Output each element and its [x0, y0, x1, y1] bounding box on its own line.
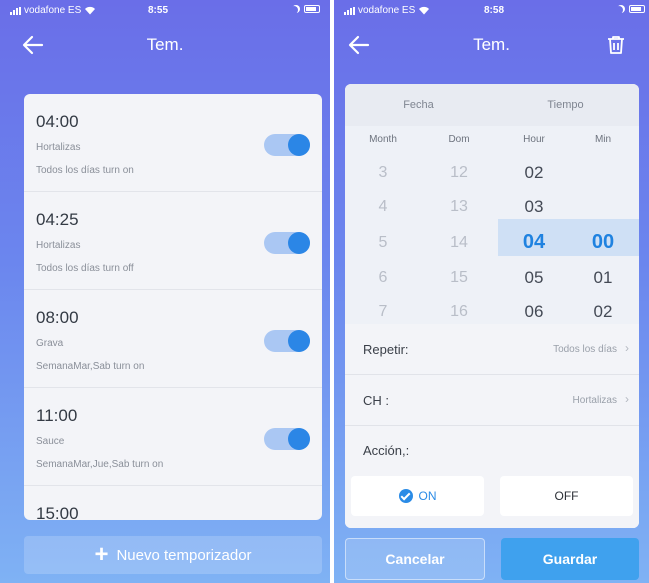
repeat-row[interactable]: Repetir: Todos los días › [345, 324, 639, 375]
action-label: Acción,: [363, 443, 410, 458]
battery-icon [629, 5, 645, 13]
timer-time: 11:00 [36, 406, 78, 425]
toggle-knob [288, 134, 310, 156]
add-timer-button[interactable]: + Nuevo temporizador [24, 536, 322, 574]
timer-time: 04:25 [36, 210, 79, 229]
action-row: Acción,: [345, 426, 639, 474]
action-off-label: OFF [554, 489, 579, 503]
toggle-knob [288, 330, 310, 352]
timer-item[interactable]: 08:00 Grava SemanaMar,Sab turn on [24, 290, 322, 388]
picker-cell[interactable]: 12 [423, 156, 495, 190]
moon-icon [615, 6, 623, 14]
timer-repeat: SemanaMar,Jue,Sab turn on [36, 459, 164, 470]
battery-group [617, 5, 645, 13]
carrier-name: vodafone ES [358, 5, 416, 16]
toggle-knob [288, 232, 310, 254]
chevron-right-icon: › [625, 341, 629, 355]
wifi-icon [85, 6, 96, 15]
picker-cell[interactable]: 5 [347, 224, 419, 261]
picker-cell[interactable] [567, 156, 639, 190]
footer-buttons: Cancelar Guardar [345, 538, 639, 580]
picker-cell[interactable]: 05 [498, 261, 570, 295]
channel-label: CH : [363, 393, 389, 408]
picker-cell[interactable] [567, 190, 639, 224]
timer-item[interactable]: 04:00 Hortalizas Todos los días turn on [24, 94, 322, 192]
signal-icon [10, 6, 21, 15]
timer-toggle[interactable] [264, 232, 310, 254]
check-circle-icon [398, 489, 413, 503]
action-on-button[interactable]: ON [351, 476, 484, 516]
picker-cell[interactable]: 14 [423, 224, 495, 261]
date-time-picker[interactable]: Month 3 4 5 6 7 Dom 12 13 14 15 16 Hour … [345, 126, 639, 324]
timer-repeat: Todos los días turn on [36, 165, 134, 176]
battery-group [292, 5, 320, 13]
hour-column[interactable]: Hour 02 03 04 05 06 [498, 126, 570, 324]
timer-item[interactable]: 11:00 Sauce SemanaMar,Jue,Sab turn on [24, 388, 322, 486]
timer-edit-screen: vodafone ES 8:58 Tem. Fecha Tiempo Month… [334, 0, 649, 583]
chevron-right-icon: › [625, 392, 629, 406]
timer-toggle[interactable] [264, 134, 310, 156]
repeat-value: Todos los días [553, 344, 617, 355]
save-button[interactable]: Guardar [501, 538, 639, 580]
battery-icon [304, 5, 320, 13]
picker-tabs: Fecha Tiempo [345, 84, 639, 126]
timer-time: 15:00 [36, 504, 79, 520]
timer-list-screen: vodafone ES 8:55 Tem. 04:00 Hortalizas T… [0, 0, 330, 583]
month-column[interactable]: Month 3 4 5 6 7 [347, 126, 419, 324]
picker-cell-selected[interactable]: 04 [498, 224, 570, 261]
timer-time: 04:00 [36, 112, 79, 131]
wifi-icon [419, 6, 430, 15]
add-timer-label: Nuevo temporizador [116, 546, 252, 564]
signal-icon [344, 6, 355, 15]
column-header: Hour [523, 134, 545, 145]
minute-column[interactable]: Min 00 01 02 [567, 126, 639, 324]
action-off-button[interactable]: OFF [500, 476, 633, 516]
column-header: Month [369, 134, 397, 145]
plus-icon: + [94, 541, 109, 568]
nav-bar: Tem. [334, 22, 649, 70]
repeat-label: Repetir: [363, 342, 409, 357]
channel-value: Hortalizas [572, 395, 617, 406]
picker-cell[interactable]: 15 [423, 261, 495, 295]
picker-cell[interactable]: 6 [347, 261, 419, 295]
timer-list[interactable]: 04:00 Hortalizas Todos los días turn on … [24, 94, 322, 520]
timer-edit-panel: Fecha Tiempo Month 3 4 5 6 7 Dom 12 13 1… [345, 84, 639, 528]
trash-icon[interactable] [605, 34, 627, 56]
timer-time: 08:00 [36, 308, 79, 327]
cancel-button[interactable]: Cancelar [345, 538, 485, 580]
carrier-name: vodafone ES [24, 5, 82, 16]
clock: 8:58 [484, 5, 505, 16]
picker-cell[interactable]: 3 [347, 156, 419, 190]
tab-time[interactable]: Tiempo [492, 84, 639, 126]
column-header: Min [594, 134, 612, 145]
channel-row[interactable]: CH : Hortalizas › [345, 375, 639, 426]
status-bar: vodafone ES 8:58 [334, 0, 649, 22]
page-title: Tem. [473, 35, 510, 54]
page-title: Tem. [146, 35, 184, 54]
carrier-info: vodafone ES [344, 5, 430, 16]
day-column[interactable]: Dom 12 13 14 15 16 [423, 126, 495, 324]
toggle-knob [288, 428, 310, 450]
picker-cell[interactable]: 01 [567, 261, 639, 295]
picker-cell[interactable]: 13 [423, 190, 495, 224]
status-bar: vodafone ES 8:55 [0, 0, 330, 22]
column-header: Dom [448, 134, 470, 145]
timer-toggle[interactable] [264, 330, 310, 352]
action-on-label: ON [418, 489, 437, 503]
timer-toggle[interactable] [264, 428, 310, 450]
tab-date[interactable]: Fecha [345, 84, 492, 126]
nav-bar: Tem. [0, 22, 330, 70]
picker-cell[interactable]: 4 [347, 190, 419, 224]
picker-cell[interactable]: 02 [498, 156, 570, 190]
picker-cell-selected[interactable]: 00 [567, 224, 639, 261]
timer-repeat: Todos los días turn off [36, 263, 134, 274]
carrier-info: vodafone ES [10, 5, 96, 16]
moon-icon [290, 6, 298, 14]
timer-item[interactable]: 04:25 Hortalizas Todos los días turn off [24, 192, 322, 290]
timer-repeat: SemanaMar,Sab turn on [36, 361, 145, 372]
picker-cell[interactable]: 03 [498, 190, 570, 224]
action-buttons: ON OFF [345, 474, 639, 528]
clock: 8:55 [148, 5, 169, 16]
timer-item[interactable]: 15:00 [24, 486, 322, 520]
